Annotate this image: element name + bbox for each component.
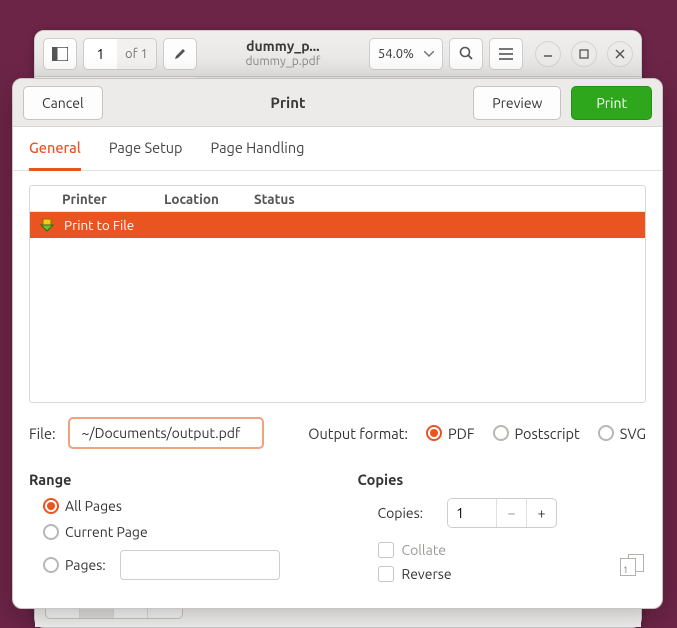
printer-list: Printer Location Status Print to File — [29, 185, 646, 403]
maximize-button[interactable] — [571, 41, 597, 67]
range-pages-input[interactable] — [120, 550, 280, 580]
dialog-tabs: General Page Setup Page Handling — [13, 127, 662, 171]
close-button[interactable] — [607, 41, 633, 67]
file-output-row: File: ~/Documents/output.pdf Output form… — [29, 417, 646, 449]
print-dialog: Cancel Print Preview Print General Page … — [12, 78, 663, 609]
collate-illustration-icon: 2 1 — [620, 554, 646, 578]
title-primary: dummy_p... — [246, 39, 320, 54]
menu-button[interactable] — [489, 38, 523, 70]
file-path-button[interactable]: ~/Documents/output.pdf — [68, 417, 264, 449]
lower-options: Range All Pages Current Page Pages: Copi… — [29, 471, 646, 590]
search-icon — [459, 46, 474, 61]
range-heading: Range — [29, 471, 318, 488]
printer-list-header: Printer Location Status — [30, 186, 645, 212]
copies-label: Copies: — [378, 505, 424, 521]
hamburger-icon — [499, 48, 513, 60]
print-button[interactable]: Print — [571, 86, 652, 120]
title-secondary: dummy_p.pdf — [245, 55, 320, 68]
range-all-radio[interactable]: All Pages — [43, 498, 318, 514]
page-selector: of 1 — [83, 38, 157, 70]
minimize-button[interactable] — [535, 41, 561, 67]
format-svg-radio[interactable]: SVG — [598, 425, 646, 442]
page-number-input[interactable] — [83, 38, 117, 70]
range-pages-radio[interactable]: Pages: — [43, 557, 106, 573]
annotate-button[interactable] — [163, 38, 197, 70]
dialog-title: Print — [113, 94, 464, 111]
col-location: Location — [164, 191, 224, 207]
copies-heading: Copies — [358, 471, 647, 488]
preview-button[interactable]: Preview — [473, 86, 561, 120]
sidebar-toggle-button[interactable] — [43, 38, 77, 70]
chevron-down-icon — [424, 51, 434, 57]
range-section: Range All Pages Current Page Pages: — [29, 471, 318, 590]
minimize-icon — [543, 49, 553, 59]
download-icon — [38, 218, 56, 232]
zoom-value: 54.0% — [378, 47, 414, 61]
tab-page-handling[interactable]: Page Handling — [211, 139, 305, 170]
printer-row-label: Print to File — [64, 217, 134, 233]
copies-increment[interactable]: + — [526, 499, 556, 527]
copies-input[interactable] — [448, 499, 496, 527]
reverse-checkbox-row[interactable]: Reverse — [358, 566, 601, 582]
printer-row-print-to-file[interactable]: Print to File — [30, 212, 645, 238]
format-postscript-radio[interactable]: Postscript — [493, 425, 580, 442]
page-total-label: of 1 — [117, 38, 157, 70]
dialog-body: Printer Location Status Print to File Fi… — [13, 171, 662, 608]
copies-decrement[interactable]: − — [496, 499, 526, 527]
file-label: File: — [29, 425, 56, 442]
copies-section: Copies Copies: − + Collate Reverse — [358, 471, 647, 590]
maximize-icon — [579, 49, 589, 59]
collate-checkbox — [378, 542, 394, 558]
sidebar-icon — [52, 47, 68, 61]
pencil-icon — [173, 47, 187, 61]
copies-spinner: − + — [447, 498, 557, 528]
format-pdf-radio[interactable]: PDF — [426, 425, 475, 442]
tab-general[interactable]: General — [29, 139, 81, 171]
range-current-radio[interactable]: Current Page — [43, 524, 318, 540]
document-title: dummy_p... dummy_p.pdf — [207, 39, 359, 68]
search-button[interactable] — [449, 38, 483, 70]
tab-page-setup[interactable]: Page Setup — [109, 139, 183, 170]
zoom-dropdown[interactable]: 54.0% — [369, 38, 443, 70]
window-controls — [535, 41, 633, 67]
col-status: Status — [254, 191, 295, 207]
dialog-header: Cancel Print Preview Print — [13, 79, 662, 127]
viewer-toolbar: of 1 dummy_p... dummy_p.pdf 54.0% — [35, 31, 641, 77]
collate-checkbox-row[interactable]: Collate — [358, 542, 601, 558]
output-format-group: Output format: PDF Postscript SVG — [308, 425, 646, 442]
close-icon — [615, 49, 625, 59]
reverse-checkbox — [378, 566, 394, 582]
cancel-button[interactable]: Cancel — [23, 86, 103, 120]
col-printer: Printer — [62, 191, 134, 207]
output-format-label: Output format: — [308, 425, 408, 442]
